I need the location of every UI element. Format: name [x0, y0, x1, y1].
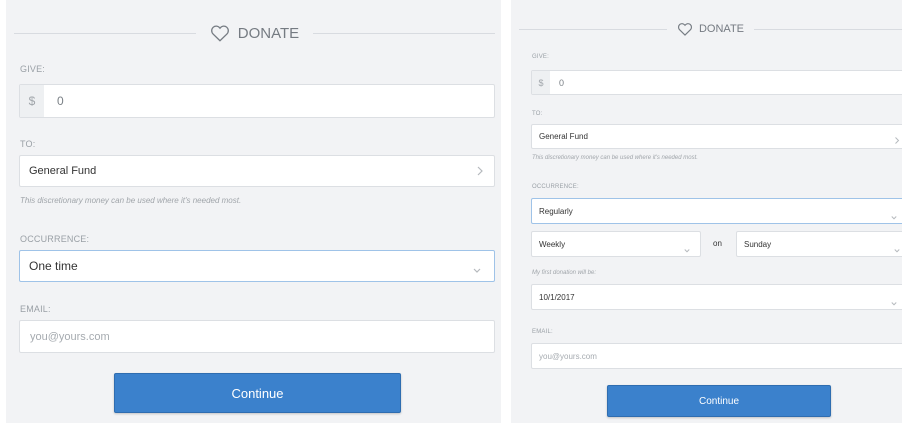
fund-select[interactable]: General Fund — [19, 155, 495, 187]
fund-value: General Fund — [539, 132, 588, 141]
chevron-right-icon — [894, 132, 900, 150]
header-divider-left — [519, 28, 667, 30]
fund-value: General Fund — [29, 165, 97, 177]
header-title: DONATE — [698, 23, 745, 35]
chevron-down-icon — [472, 262, 482, 280]
day-select[interactable]: Sunday — [736, 231, 902, 257]
to-label: TO: — [20, 139, 36, 149]
header-title-group: DONATE — [196, 24, 313, 42]
first-donation-label: My first donation will be: — [532, 270, 597, 276]
amount-field[interactable]: $ 0 — [19, 84, 495, 118]
amount-field[interactable]: $ 0 — [531, 70, 902, 95]
email-field[interactable]: you@yours.com — [531, 343, 902, 369]
chevron-down-icon — [683, 241, 691, 259]
heart-icon — [210, 24, 230, 42]
header-divider-right — [754, 28, 902, 30]
give-label: GIVE: — [20, 64, 46, 74]
header-title-group: DONATE — [667, 22, 754, 36]
continue-button[interactable]: Continue — [607, 385, 831, 417]
give-label: GIVE: — [532, 54, 550, 60]
email-placeholder: you@yours.com — [30, 330, 110, 343]
first-date-select[interactable]: 10/1/2017 — [531, 284, 902, 310]
email-field[interactable]: you@yours.com — [19, 320, 495, 353]
occurrence-value: Regularly — [539, 206, 573, 216]
currency-symbol: $ — [20, 85, 44, 117]
frequency-value: Weekly — [539, 239, 566, 249]
chevron-down-icon — [890, 294, 898, 312]
day-value: Sunday — [744, 239, 772, 249]
chevron-down-icon — [890, 208, 898, 226]
chevron-down-icon — [893, 241, 901, 259]
header-title: DONATE — [237, 24, 300, 42]
continue-button[interactable]: Continue — [114, 373, 401, 413]
fund-select[interactable]: General Fund — [531, 124, 902, 149]
occurrence-label: OCCURRENCE: — [532, 184, 579, 190]
occurrence-value: One time — [29, 259, 78, 273]
heart-icon — [677, 22, 693, 36]
frequency-select[interactable]: Weekly — [531, 231, 701, 257]
to-label: TO: — [532, 111, 543, 117]
amount-value: 0 — [559, 77, 565, 88]
header-divider-right — [313, 32, 495, 34]
donate-header: DONATE — [6, 24, 501, 42]
currency-symbol: $ — [532, 71, 550, 94]
chevron-right-icon — [476, 164, 484, 182]
first-date-value: 10/1/2017 — [539, 292, 575, 302]
fund-note: This discretionary money can be used whe… — [20, 196, 242, 205]
header-divider-left — [14, 32, 196, 34]
email-placeholder: you@yours.com — [539, 351, 597, 361]
occurrence-select[interactable]: Regularly — [531, 198, 902, 224]
donate-form-recurring: DONATE GIVE: $ 0 TO: General Fund This d… — [511, 0, 902, 423]
on-label: on — [713, 239, 722, 248]
occurrence-select[interactable]: One time — [19, 250, 495, 282]
donate-form-one-time: DONATE GIVE: $ 0 TO: General Fund This d… — [6, 0, 501, 423]
donate-header: DONATE — [511, 22, 902, 36]
email-label: EMAIL: — [20, 304, 51, 314]
occurrence-label: OCCURRENCE: — [20, 234, 90, 244]
email-label: EMAIL: — [532, 329, 553, 335]
fund-note: This discretionary money can be used whe… — [532, 155, 698, 161]
amount-value: 0 — [57, 94, 64, 108]
